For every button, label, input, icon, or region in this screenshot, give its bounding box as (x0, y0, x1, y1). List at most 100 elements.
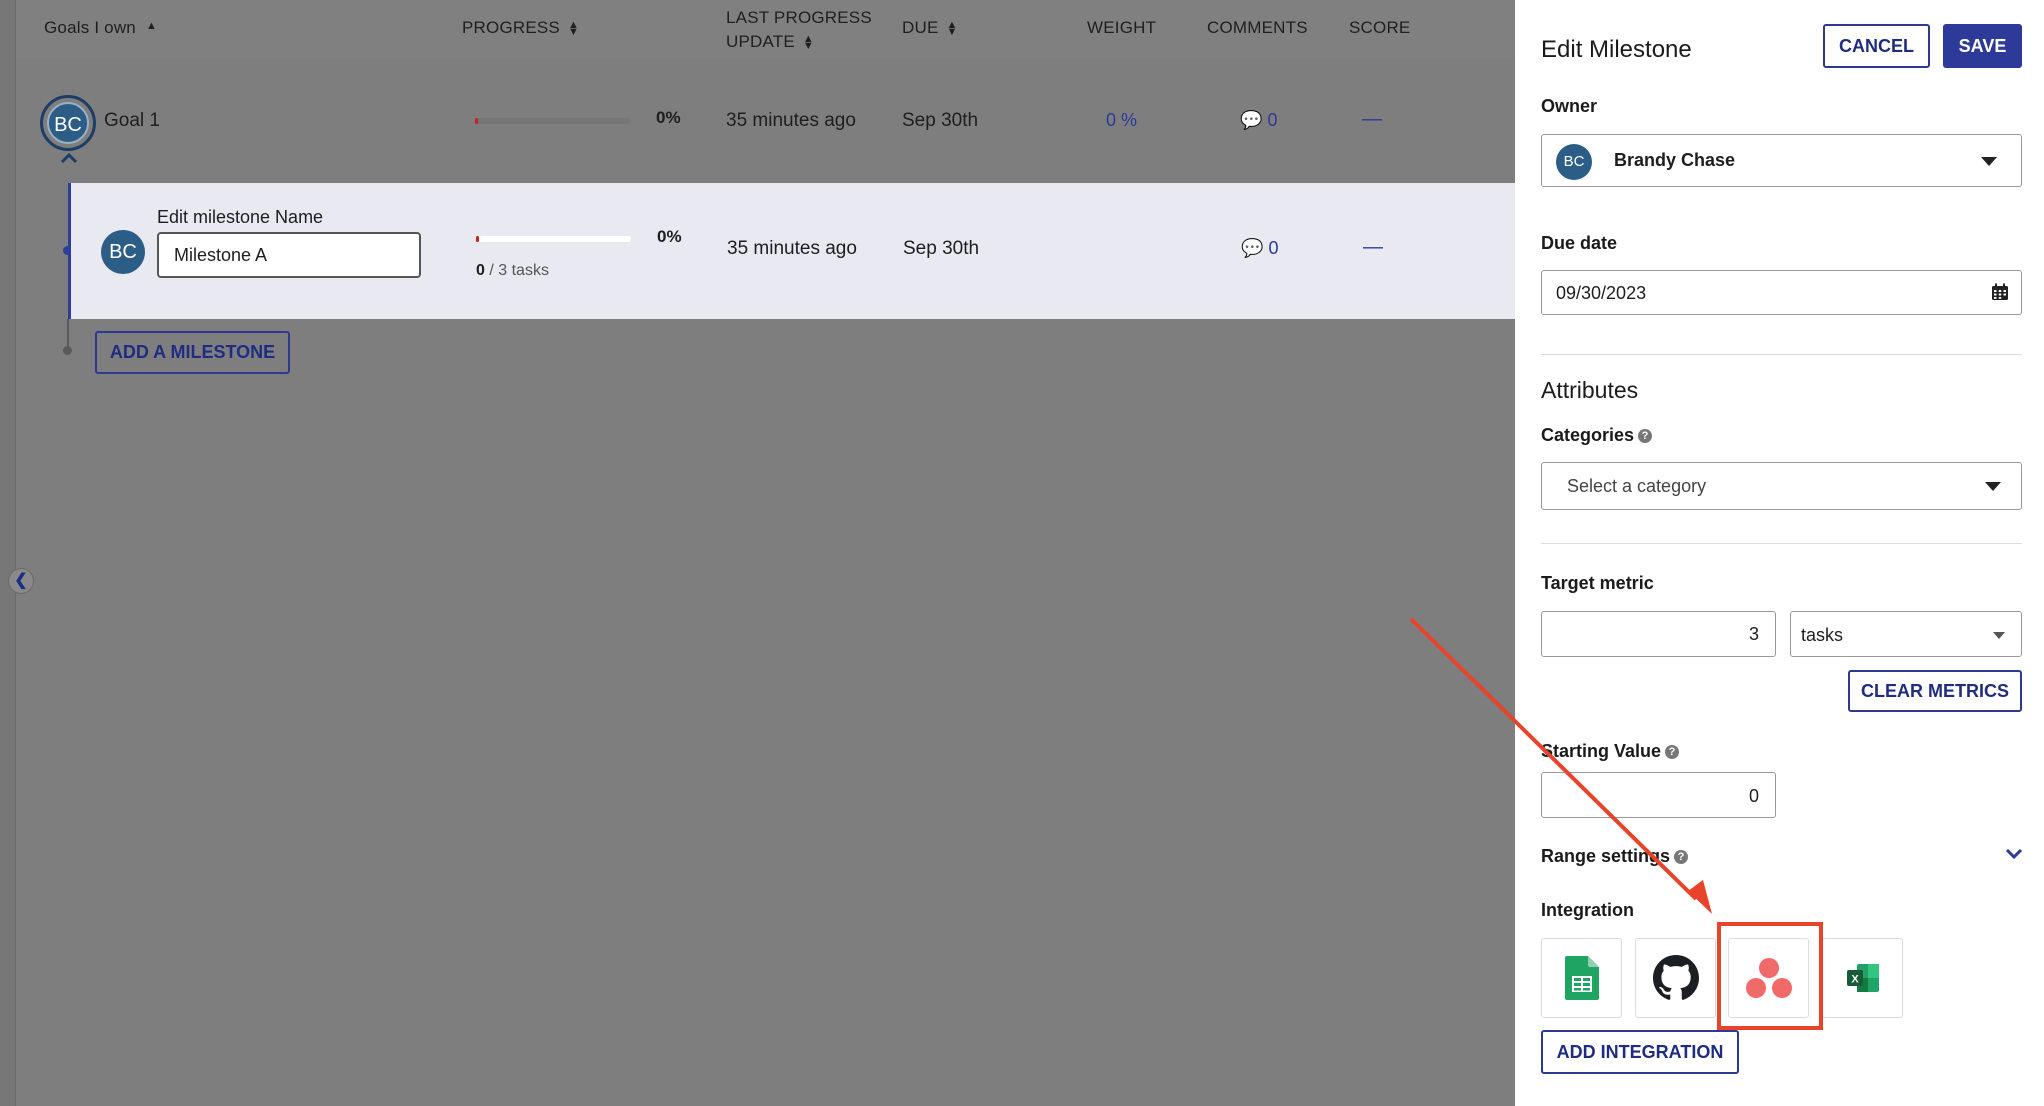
milestone-task-count: 0 / 3 tasks (476, 262, 549, 280)
header-update-label: UPDATE (726, 32, 795, 51)
target-unit-value: tasks (1801, 625, 1844, 645)
chevron-left-icon[interactable]: ❮ (8, 568, 34, 594)
github-icon (1652, 955, 1699, 1000)
range-settings-label[interactable]: Range settings? (1541, 846, 1689, 867)
category-placeholder: Select a category (1567, 476, 1707, 496)
header-score: SCORE (1349, 18, 1411, 37)
caret-down-icon (1981, 157, 1997, 166)
target-metric-label: Target metric (1541, 573, 1654, 593)
calendar-icon[interactable] (1991, 283, 2009, 301)
divider (1541, 543, 2022, 544)
header-last-progress-update[interactable]: LAST PROGRESS UPDATE ▲ ▼ (726, 6, 872, 54)
milestone-progress-fill (476, 236, 479, 242)
header-goals-i-own[interactable]: Goals I own ▲ (44, 18, 157, 38)
avatar: BC (47, 102, 89, 144)
github-integration[interactable] (1635, 938, 1716, 1018)
sort-icon: ▲ ▼ (946, 18, 958, 38)
header-progress-label: PROGRESS (462, 18, 560, 37)
tasks-total: / 3 tasks (489, 262, 549, 279)
categories-label-text: Categories (1541, 425, 1635, 445)
target-metric-value: 3 (1748, 624, 1759, 644)
tree-node-dot (63, 346, 72, 355)
panel-title: Edit Milestone (1541, 36, 1692, 63)
due-date-value: 09/30/2023 (1556, 283, 1647, 303)
sort-icon: ▲ ▼ (802, 32, 814, 52)
divider (1541, 354, 2022, 355)
milestone-last-update: 35 minutes ago (727, 238, 857, 259)
avatar: BC (101, 230, 145, 274)
google-sheets-icon (1564, 956, 1599, 1000)
milestone-due: Sep 30th (903, 238, 980, 259)
goal-progress-pct: 0% (656, 108, 681, 127)
starting-value: 0 (1748, 786, 1759, 806)
edit-milestone-panel: Edit Milestone CANCEL SAVE Owner BC Bran… (1515, 0, 2044, 1106)
milestone-progress-bar (476, 236, 631, 242)
chevron-up-icon[interactable] (59, 151, 79, 165)
caret-down-icon (1985, 482, 2001, 491)
add-integration-button[interactable]: ADD INTEGRATION (1541, 1030, 1739, 1074)
help-icon[interactable]: ? (1638, 429, 1653, 443)
starting-value-input[interactable]: 0 (1541, 772, 1776, 818)
target-unit-select[interactable]: tasks (1790, 611, 2022, 657)
save-button[interactable]: SAVE (1943, 24, 2022, 68)
clear-metrics-button[interactable]: CLEAR METRICS (1848, 670, 2022, 712)
goal-weight: 0 % (1106, 110, 1138, 130)
header-due-label: DUE (902, 18, 939, 37)
attributes-heading: Attributes (1541, 377, 1639, 403)
header-due[interactable]: DUE ▲ ▼ (902, 18, 958, 38)
header-goals-label: Goals I own (44, 18, 136, 37)
avatar: BC (1556, 144, 1592, 180)
goal-comment-count: 0 (1267, 110, 1278, 130)
header-comments: COMMENTS (1207, 18, 1308, 37)
goal-progress-fill (475, 118, 478, 124)
milestone-name-label: Edit milestone Name (157, 207, 324, 227)
goal-comments[interactable]: 💬 0 (1240, 110, 1277, 131)
header-last-update-label: LAST PROGRESS (726, 8, 872, 27)
owner-name: Brandy Chase (1614, 150, 1736, 170)
milestone-comment-count: 0 (1268, 238, 1279, 258)
due-date-input[interactable]: 09/30/2023 (1541, 270, 2022, 315)
owner-label: Owner (1541, 96, 1598, 116)
svg-text:X: X (1851, 974, 1859, 986)
milestone-comments[interactable]: 💬 0 (1241, 238, 1278, 259)
tasks-done: 0 (476, 262, 485, 279)
google-sheets-integration[interactable] (1541, 938, 1622, 1018)
caret-down-icon (1993, 632, 2005, 639)
header-weight: WEIGHT (1087, 18, 1157, 37)
cancel-button[interactable]: CANCEL (1823, 24, 1930, 68)
milestone-score: — (1363, 236, 1383, 258)
milestone-row[interactable]: BC Edit milestone Name Milestone A 0% 0 … (68, 183, 1515, 319)
left-edge-strip (0, 0, 16, 1106)
highlight-box (1717, 922, 1823, 1030)
add-milestone-button[interactable]: ADD A MILESTONE (95, 331, 290, 374)
goal-score: — (1362, 108, 1382, 130)
category-select[interactable]: Select a category (1541, 462, 2022, 510)
table-header: Goals I own ▲ PROGRESS ▲ ▼ LAST PROGRESS UP… (16, 0, 1515, 58)
due-date-label: Due date (1541, 233, 1618, 253)
target-metric-input[interactable]: 3 (1541, 611, 1776, 657)
starting-value-label-text: Starting Value (1541, 741, 1662, 761)
excel-icon: X (1846, 964, 1879, 992)
chevron-down-icon[interactable] (2005, 848, 2023, 860)
milestone-progress-pct: 0% (657, 227, 682, 246)
milestone-name-input[interactable]: Milestone A (157, 232, 421, 278)
categories-label: Categories? (1541, 425, 1653, 446)
help-icon[interactable]: ? (1674, 850, 1689, 864)
excel-integration[interactable]: X (1822, 938, 1903, 1018)
goal-row[interactable]: BC Goal 1 0% 35 minutes ago Sep 30th 0 %… (16, 58, 1515, 183)
sort-asc-icon: ▲ (145, 20, 158, 32)
integration-label: Integration (1541, 900, 1634, 920)
goal-last-update: 35 minutes ago (726, 110, 856, 131)
goal-name[interactable]: Goal 1 (104, 110, 160, 132)
goal-due: Sep 30th (902, 110, 979, 131)
goal-progress-bar (475, 118, 630, 124)
comment-icon: 💬 (1240, 110, 1263, 130)
starting-value-label: Starting Value? (1541, 741, 1680, 762)
range-settings-label-text: Range settings (1541, 846, 1671, 866)
goals-table-area: Goals I own ▲ PROGRESS ▲ ▼ LAST PROGRESS UP… (0, 0, 1515, 1106)
comment-icon: 💬 (1241, 238, 1264, 258)
help-icon[interactable]: ? (1665, 745, 1680, 759)
sort-icon: ▲ ▼ (567, 18, 580, 38)
owner-select[interactable]: BC Brandy Chase (1541, 134, 2022, 187)
header-progress[interactable]: PROGRESS ▲ ▼ (462, 18, 579, 38)
